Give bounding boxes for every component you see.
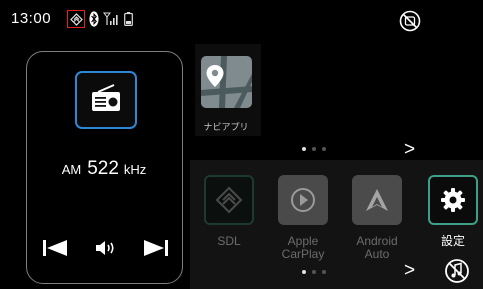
radio-source-button[interactable]	[75, 71, 137, 129]
bottom-page-indicator	[302, 270, 326, 274]
radio-band: AM	[61, 162, 82, 177]
top-next-page-arrow[interactable]: >	[404, 140, 415, 159]
sdl-icon	[204, 175, 254, 225]
next-button[interactable]	[142, 238, 170, 258]
carplay-icon	[278, 175, 328, 225]
app-android-auto[interactable]: Android Auto	[349, 175, 405, 261]
navi-app-tile[interactable]: ナビアプリ	[195, 44, 261, 136]
map-icon	[201, 56, 252, 108]
page-dot	[302, 147, 306, 151]
app-label: Android Auto	[356, 234, 398, 261]
previous-button[interactable]	[41, 238, 69, 258]
bottom-next-page-arrow[interactable]: >	[404, 261, 415, 280]
volume-button[interactable]	[93, 238, 117, 258]
page-dot	[312, 147, 316, 151]
radio-frequency-unit: kHz	[123, 162, 147, 177]
gear-icon	[428, 175, 478, 225]
app-label: 設定	[440, 234, 465, 248]
volume-icon	[96, 241, 114, 255]
next-track-icon	[144, 240, 168, 256]
no-connection-icon[interactable]	[399, 10, 421, 32]
radio-frequency-value: 522	[87, 158, 119, 179]
previous-track-icon	[43, 240, 67, 256]
page-dot	[312, 270, 316, 274]
app-label: Apple CarPlay	[281, 234, 325, 261]
page-dot	[322, 147, 326, 151]
status-time: 13:00	[11, 10, 52, 27]
sdl-status-icon	[67, 10, 85, 28]
radio-frequency: AM 522 kHz	[27, 158, 181, 180]
top-page-indicator	[302, 147, 326, 151]
status-bar: 13:00	[0, 0, 483, 42]
bluetooth-icon	[89, 11, 99, 27]
app-settings[interactable]: 設定	[425, 175, 481, 248]
signal-icon	[103, 12, 119, 26]
android-auto-icon	[352, 175, 402, 225]
app-carplay[interactable]: Apple CarPlay	[275, 175, 331, 261]
radio-icon	[90, 83, 122, 118]
apps-panel: SDL Apple CarPlay Android Auto 設定	[190, 160, 483, 289]
app-sdl[interactable]: SDL	[201, 175, 257, 248]
battery-icon	[124, 12, 133, 27]
radio-widget[interactable]: AM 522 kHz	[26, 51, 183, 284]
no-music-icon[interactable]	[444, 258, 470, 284]
navi-app-label: ナビアプリ	[203, 122, 249, 132]
app-label: SDL	[217, 234, 241, 248]
page-dot	[302, 270, 306, 274]
page-dot	[322, 270, 326, 274]
